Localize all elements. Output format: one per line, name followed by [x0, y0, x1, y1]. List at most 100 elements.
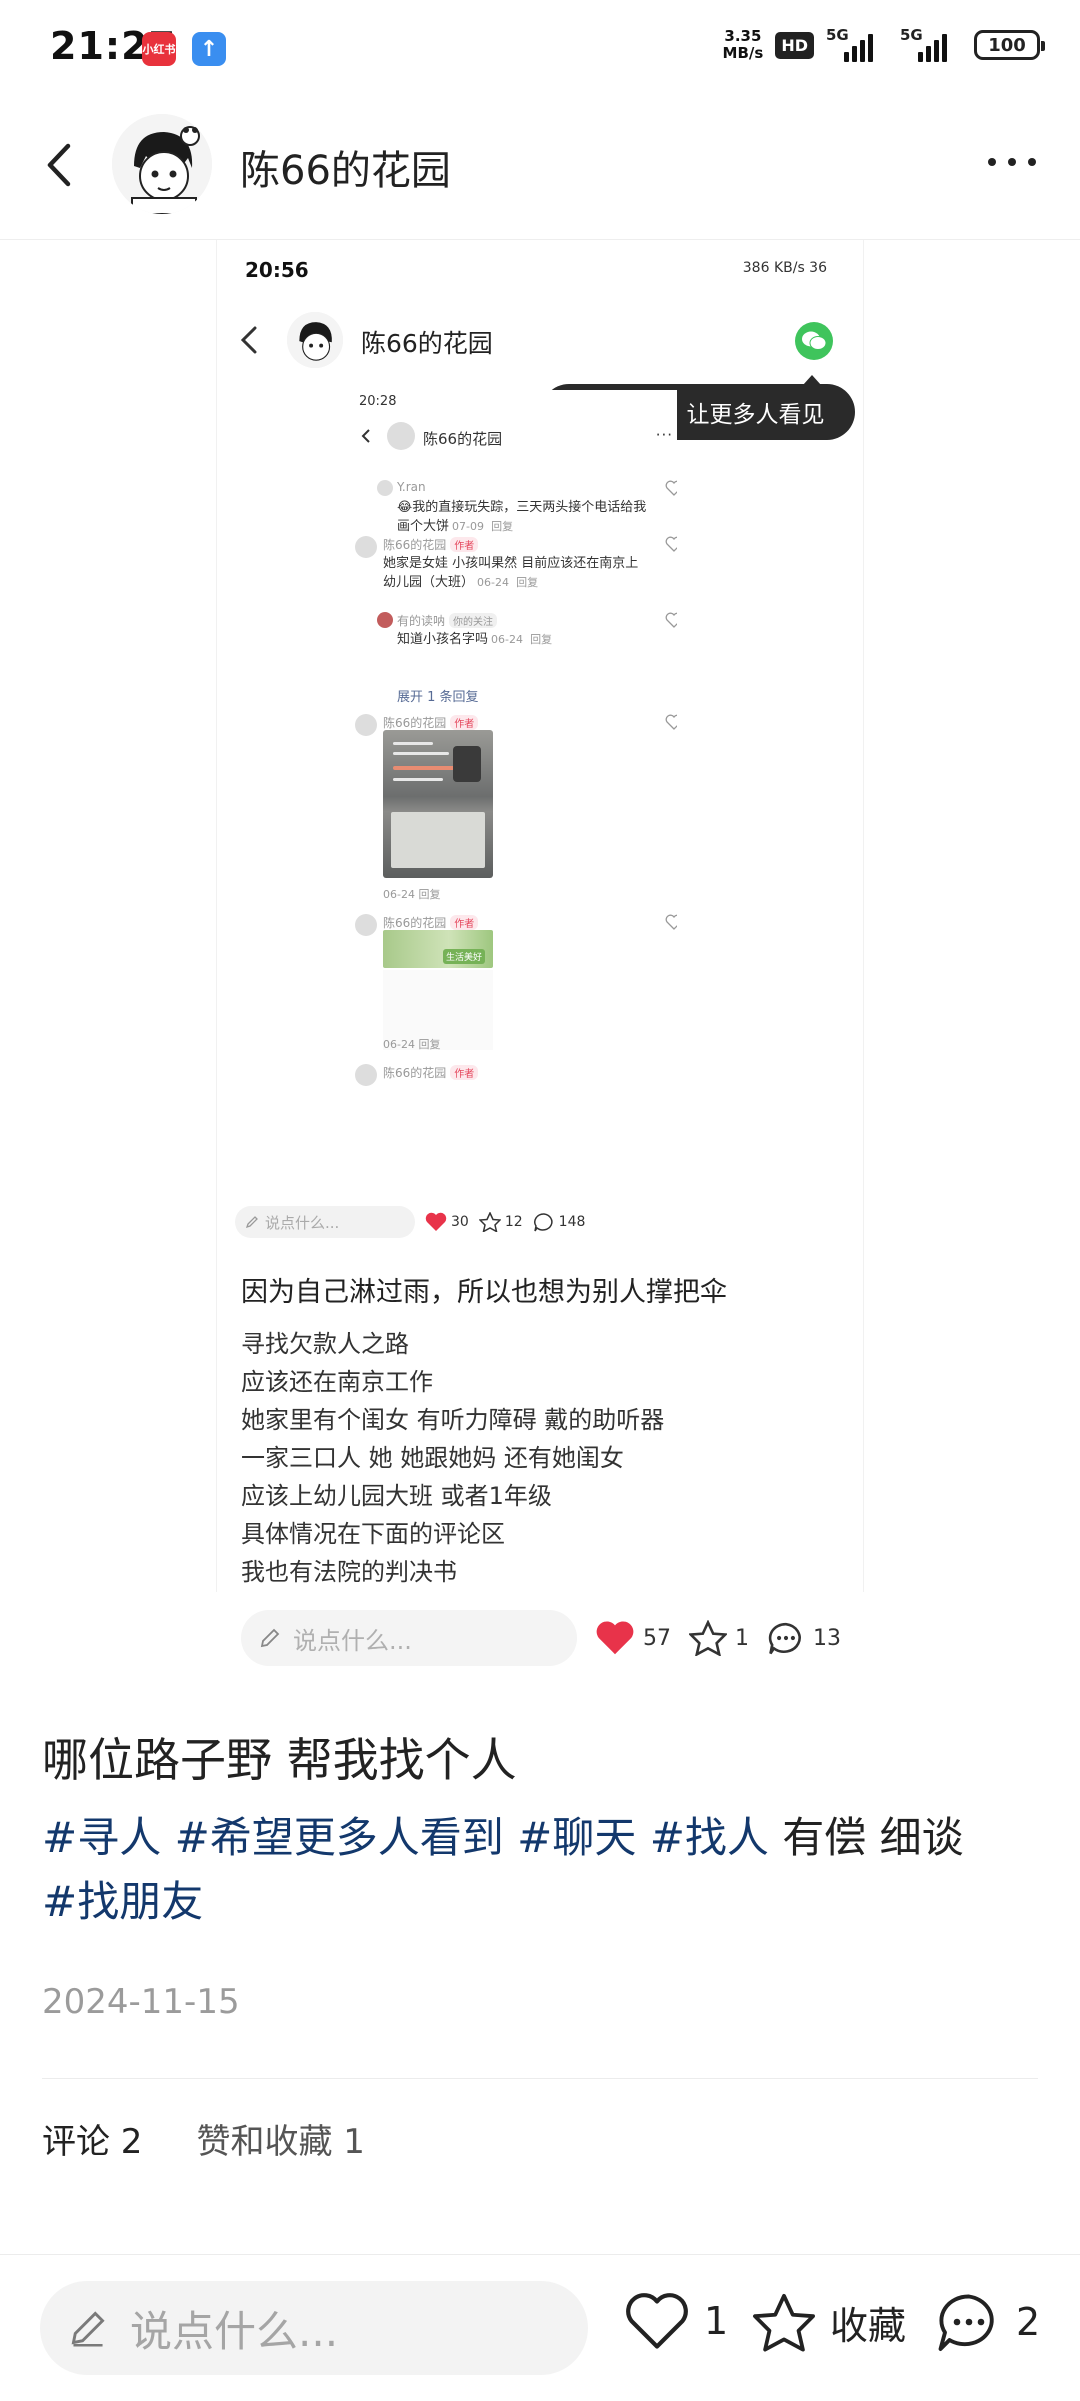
- post-plain-text: 有偿 细谈: [782, 1813, 964, 1862]
- embedded-avatar: [287, 312, 343, 368]
- comment-author: 陈66的花园 作者: [383, 1064, 479, 1081]
- comment-text-body: 知道小孩名字吗: [397, 632, 489, 647]
- image-comment-count: 13: [813, 1625, 841, 1651]
- comment-text: 知道小孩名字吗 06-24 回复: [397, 630, 657, 649]
- expand-replies-link: 展开 1 条回复: [397, 690, 479, 705]
- heart-outline-icon: [626, 2293, 688, 2349]
- comment-bubble-icon: [938, 2294, 994, 2351]
- comment-button[interactable]: 2: [936, 2291, 1040, 2353]
- comment-avatar: [355, 914, 377, 936]
- signal-icon: 5G: [826, 26, 888, 62]
- comment-author: 陈66的花园 作者: [383, 536, 479, 553]
- network-type-label: 5G: [826, 26, 849, 44]
- embedded-status-right: 386 KB/s 36: [742, 260, 827, 276]
- heart-filled-icon: [596, 1621, 634, 1655]
- post-header: 陈66的花园: [0, 100, 1080, 240]
- caption-line: 她家里有个闺女 有听力障碍 戴的助听器: [241, 1406, 665, 1434]
- grass-photo-image: 生活美好: [383, 930, 493, 968]
- comment-input[interactable]: 说点什么...: [40, 2281, 588, 2375]
- network-speed-unit: MB/s: [722, 44, 764, 62]
- bottom-action-bar: 说点什么... 1 收藏 2: [0, 2254, 1080, 2401]
- comment-avatar: [355, 1064, 377, 1086]
- comment-author-name: 陈66的花园: [383, 538, 447, 552]
- comment-text-body: 😂我的直接玩失踪，三天两头接个电话给我画个大饼: [397, 500, 647, 534]
- post-date: 2024-11-15: [42, 1982, 240, 2022]
- hashtag-link[interactable]: #希望更多人看到: [175, 1813, 504, 1862]
- embedded-fav-stat: 12: [478, 1212, 523, 1232]
- image-fav-count: 1: [735, 1625, 749, 1651]
- comment-author: Y.ran: [397, 480, 426, 494]
- upload-notification-icon: ↑: [192, 32, 226, 66]
- like-button[interactable]: 1: [624, 2291, 728, 2351]
- hashtag-link[interactable]: #寻人: [42, 1813, 161, 1862]
- star-outline-icon: [689, 1620, 727, 1656]
- status-right-group: 3.35 MB/s HD 5G 5G 100: [723, 26, 1045, 62]
- hashtag-link[interactable]: #聊天: [517, 1813, 636, 1862]
- favorite-button[interactable]: 收藏: [752, 2291, 906, 2353]
- comment-text-body: 她家是女娃 小孩叫果然 目前应该还在南京上幼儿园（大班）: [383, 556, 639, 590]
- image-like-stat: 57: [595, 1620, 671, 1656]
- back-arrow-icon[interactable]: [36, 140, 86, 190]
- post-image[interactable]: 20:56 386 KB/s 36 陈66的花园 分享笔记，让更多人看见 20:…: [216, 240, 864, 1666]
- hashtag-link[interactable]: #找人: [650, 1813, 769, 1862]
- comment-date: 06-24: [491, 633, 523, 646]
- image-like-count: 57: [643, 1625, 671, 1651]
- hashtag-link[interactable]: #找朋友: [42, 1877, 203, 1926]
- comment-reply: 回复: [491, 520, 514, 533]
- pencil-icon: [260, 1628, 280, 1648]
- author-badge: 作者: [450, 715, 479, 730]
- comment-author-name: 陈66的花园: [383, 716, 447, 730]
- tab-likes-favs[interactable]: 赞和收藏 1: [196, 2114, 364, 2163]
- comment-author-name: 陈66的花园: [383, 916, 447, 930]
- embedded-comment-input: 说点什么...: [235, 1206, 415, 1238]
- caption-line: 寻找欠款人之路: [241, 1330, 409, 1358]
- caption-line: 一家三口人 她 她跟她妈 还有她闺女: [241, 1444, 624, 1472]
- comment-input-placeholder: 说点什么...: [130, 2306, 339, 2356]
- nested-more-icon: ···: [655, 426, 673, 444]
- heart-outline-icon: [665, 536, 677, 552]
- image-fav-stat: 1: [689, 1620, 749, 1656]
- id-card-image: [383, 730, 493, 878]
- author-name[interactable]: 陈66的花园: [240, 138, 451, 196]
- photo-watermark: 生活美好: [442, 949, 485, 964]
- comment-bubble-icon: [768, 1622, 801, 1655]
- comment-text: 她家是女娃 小孩叫果然 目前应该还在南京上幼儿园（大班） 06-24 回复: [383, 554, 651, 592]
- app-notification-icon: 小红书: [142, 32, 176, 66]
- caption-quote: 因为自己淋过雨，所以也想为别人撑把伞: [241, 1277, 727, 1308]
- caption-line: 应该上幼儿园大班 或者1年级: [241, 1482, 552, 1510]
- nested-title: 陈66的花园: [423, 430, 503, 448]
- embedded-like-stat: 30: [425, 1212, 469, 1232]
- image-input-placeholder: 说点什么...: [293, 1626, 412, 1655]
- heart-outline-icon: [665, 612, 677, 628]
- more-options-icon[interactable]: [984, 152, 1040, 172]
- nested-status-time: 20:28: [359, 394, 397, 409]
- nested-screenshot: 20:28 陈66的花园 ··· Y.ran 😂我的直接玩失踪，三天两头接个电话…: [355, 390, 677, 1250]
- heart-filled-icon: [425, 1212, 447, 1231]
- heart-outline-icon: [665, 914, 677, 930]
- comment-bubble-icon: [533, 1213, 553, 1232]
- comment-count: 2: [1016, 2300, 1041, 2344]
- comment-author-name: 陈66的花园: [383, 1066, 447, 1080]
- post-title: 哪位路子野 帮我找个人: [42, 1733, 517, 1787]
- star-outline-icon: [753, 2293, 815, 2352]
- comment-meta: 06-24 回复: [383, 886, 440, 902]
- comment-reply: 回复: [516, 576, 539, 589]
- comment-date: 06-24: [477, 576, 509, 589]
- author-avatar[interactable]: [112, 114, 212, 214]
- comment-reply: 回复: [418, 1038, 441, 1051]
- comment-avatar: [355, 714, 377, 736]
- author-badge: 作者: [450, 1065, 479, 1080]
- embedded-comment-count: 148: [558, 1214, 586, 1230]
- caption-line: 应该还在南京工作: [241, 1368, 433, 1396]
- network-speed: 3.35 MB/s: [723, 28, 764, 62]
- embedded-back-icon: [240, 326, 257, 354]
- embedded-title: 陈66的花园: [361, 329, 493, 358]
- embedded-comment-stat: 148: [533, 1212, 586, 1232]
- tab-comments[interactable]: 评论 2: [42, 2114, 142, 2163]
- comment-author: 陈66的花园 作者: [383, 914, 479, 931]
- post-tags: #寻人 #希望更多人看到 #聊天 #找人 有偿 细谈 #找朋友: [42, 1806, 1052, 1934]
- battery-icon: 100: [974, 30, 1045, 60]
- comment-meta: 06-24 回复: [383, 1036, 440, 1052]
- comment-author: 陈66的花园 作者: [383, 714, 479, 731]
- heart-outline-icon: [665, 480, 677, 496]
